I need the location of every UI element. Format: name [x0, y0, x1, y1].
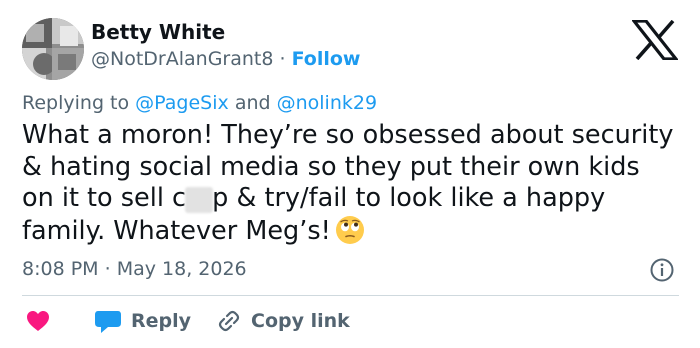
tweet-line-1: What a moron! They’re so obsessed about …: [22, 120, 674, 150]
replying-to-prefix: Replying to: [22, 92, 130, 114]
tweet-line-4: family. Whatever Meg’s!: [22, 215, 682, 248]
handle-separator: ·: [279, 48, 286, 70]
censored-word: ra: [186, 183, 212, 215]
tweet-text: What a moron! They’re so obsessed about …: [22, 120, 682, 247]
tweet-timestamp[interactable]: 8:08 PM · May 18, 2026: [22, 258, 247, 280]
author-display-name[interactable]: Betty White: [91, 20, 225, 44]
avatar[interactable]: [22, 18, 84, 80]
tweet-date: May 18, 2026: [116, 258, 247, 280]
follow-button[interactable]: Follow: [292, 48, 361, 70]
tweet-line-3: on it to sell crap & try/fail to look li…: [22, 183, 682, 215]
copy-link-button[interactable]: Copy link: [216, 308, 350, 334]
mention-pagesix[interactable]: @PageSix: [135, 92, 229, 114]
tweet-line-3-start: on it to sell c: [22, 183, 187, 213]
tweet-line-3-end: p & try/fail to look like a happy: [212, 183, 606, 213]
author-handle[interactable]: @NotDrAlanGrant8: [91, 48, 273, 70]
tweet-line-2: & hating social media so they put their …: [22, 151, 640, 182]
reply-button[interactable]: Reply: [94, 308, 191, 334]
tweet-line-4-text: family. Whatever Meg’s!: [22, 215, 331, 246]
rolling-eyes-emoji-icon: [335, 215, 364, 244]
action-bar: Reply Copy link: [22, 308, 682, 334]
tweet-time: 8:08 PM: [22, 258, 99, 280]
link-icon: [218, 310, 240, 332]
replying-to-and: and: [234, 92, 271, 114]
divider: [22, 295, 679, 296]
info-icon[interactable]: [649, 257, 675, 283]
speech-bubble-icon: [95, 311, 121, 333]
x-logo-icon[interactable]: [632, 20, 678, 60]
like-button[interactable]: [26, 308, 50, 334]
heart-icon: [27, 311, 49, 331]
timestamp-separator: ·: [104, 258, 111, 280]
avatar-image: [22, 18, 84, 80]
copy-link-label: Copy link: [251, 310, 350, 332]
author-handle-row: @NotDrAlanGrant8 · Follow: [91, 48, 361, 70]
reply-label: Reply: [131, 310, 192, 332]
mention-nolink29[interactable]: @nolink29: [277, 92, 377, 114]
replying-to: Replying to @PageSix and @nolink29: [22, 92, 377, 114]
